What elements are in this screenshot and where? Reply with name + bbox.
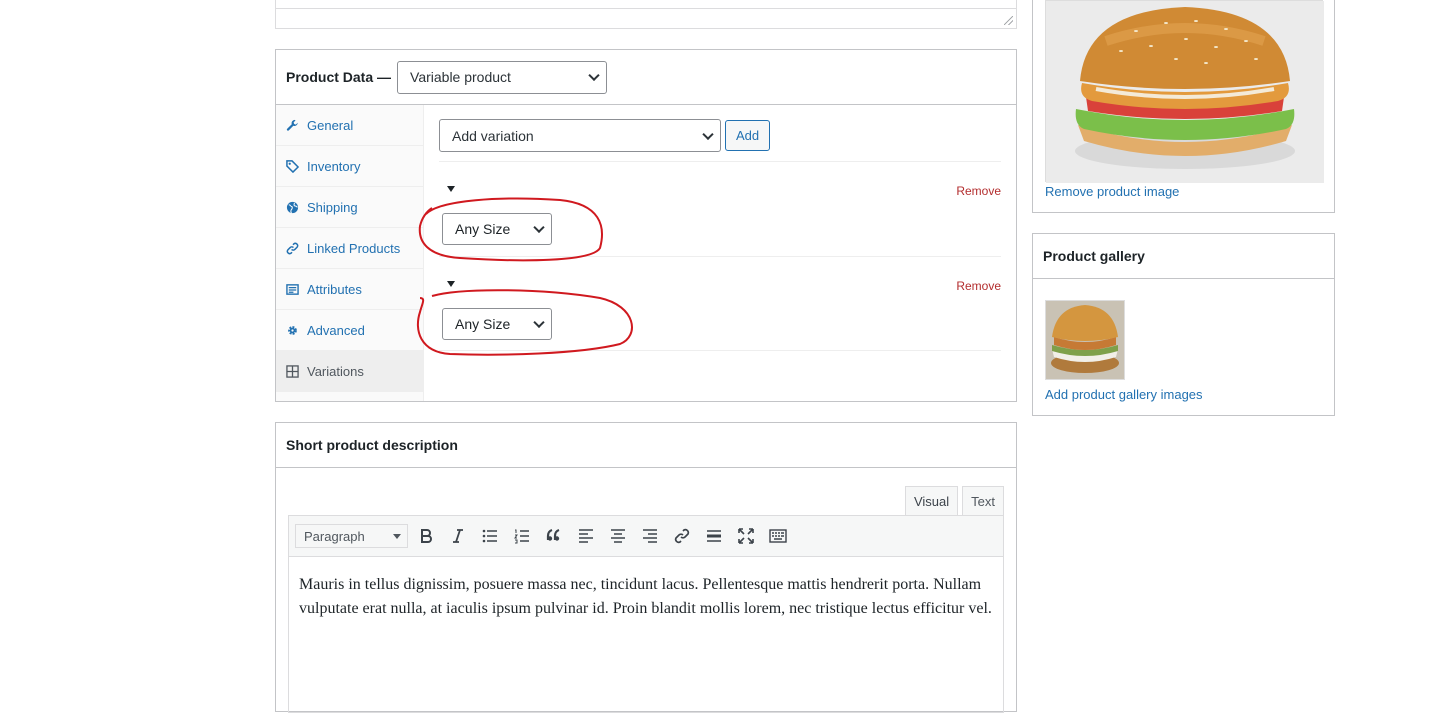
tab-variations[interactable]: Variations <box>276 351 423 392</box>
editor-content[interactable]: Mauris in tellus dignissim, posuere mass… <box>289 557 1003 637</box>
tab-label: General <box>307 117 354 133</box>
editor-resize-handle[interactable] <box>1004 16 1013 25</box>
fullscreen-icon[interactable] <box>730 522 762 550</box>
tab-linked-products[interactable]: Linked Products <box>276 228 423 269</box>
link-icon <box>286 242 299 255</box>
gear-icon <box>286 324 299 337</box>
product-data-panel: Product Data — Variable product General … <box>275 49 1017 402</box>
tab-label: Linked Products <box>307 240 401 256</box>
editor-toolbar: Paragraph <box>289 516 1003 557</box>
tab-shipping[interactable]: Shipping <box>276 187 423 228</box>
bold-icon[interactable] <box>410 522 442 550</box>
size-attribute-value: Any Size <box>455 316 511 332</box>
add-variation-value: Add variation <box>452 127 534 144</box>
align-right-icon[interactable] <box>634 522 666 550</box>
product-gallery-panel: Product gallery Add product gallery imag… <box>1032 233 1335 416</box>
product-image[interactable] <box>1045 0 1324 183</box>
product-data-title: Product Data — <box>286 69 392 85</box>
variation-divider <box>439 350 1001 351</box>
caret-down-icon <box>393 534 401 539</box>
tab-text[interactable]: Text <box>962 486 1004 515</box>
read-more-icon[interactable] <box>698 522 730 550</box>
tab-label: Advanced <box>307 322 365 338</box>
expand-toggle-icon[interactable] <box>447 186 455 192</box>
size-attribute-select[interactable]: Any Size <box>442 213 552 245</box>
tag-icon <box>286 159 299 173</box>
tab-label: Inventory <box>307 158 361 174</box>
tab-inventory[interactable]: Inventory <box>276 146 423 187</box>
italic-icon[interactable] <box>442 522 474 550</box>
remove-product-image-link[interactable]: Remove product image <box>1045 184 1179 199</box>
variation-row: Remove Any Size <box>439 162 1001 256</box>
product-type-select[interactable]: Variable product <box>397 60 608 94</box>
rich-text-editor: Paragraph Mauris in tellus dignissim, po… <box>288 515 1004 713</box>
wrench-icon <box>286 119 299 132</box>
short-description-panel: Short product description Visual Text Pa… <box>275 422 1017 713</box>
chevron-down-icon <box>702 128 714 140</box>
link-icon[interactable] <box>666 522 698 550</box>
numbered-list-icon[interactable] <box>506 522 538 550</box>
align-center-icon[interactable] <box>602 522 634 550</box>
tab-general[interactable]: General <box>276 105 423 146</box>
expand-toggle-icon[interactable] <box>447 281 455 287</box>
size-attribute-select[interactable]: Any Size <box>442 308 552 340</box>
product-image-panel: Remove product image <box>1032 0 1335 213</box>
remove-variation-link[interactable]: Remove <box>956 279 1001 293</box>
editor-mode-tabs: Visual Text <box>904 486 1004 515</box>
size-attribute-value: Any Size <box>455 221 511 237</box>
tab-label: Variations <box>307 363 364 379</box>
editor-status-line <box>276 8 1016 9</box>
format-select-value: Paragraph <box>304 528 365 544</box>
add-gallery-images-link[interactable]: Add product gallery images <box>1045 387 1203 402</box>
variations-panel: Add variation Add Remove Any Size Remove… <box>425 105 1016 401</box>
chevron-down-icon <box>533 316 545 329</box>
grid-icon <box>286 364 299 378</box>
product-data-tabs: General Inventory Shipping Linked Produc… <box>276 105 424 401</box>
content-editor-bottom <box>275 0 1017 29</box>
chevron-down-icon <box>588 69 600 82</box>
add-variation-button[interactable]: Add <box>725 120 771 151</box>
product-data-header: Product Data — Variable product <box>276 50 1016 105</box>
align-left-icon[interactable] <box>570 522 602 550</box>
add-variation-select[interactable]: Add variation <box>439 119 721 152</box>
blockquote-icon[interactable] <box>538 522 570 550</box>
tab-label: Attributes <box>307 281 362 297</box>
chevron-down-icon <box>533 221 545 234</box>
variations-toolbar: Add variation Add <box>439 119 771 152</box>
tab-label: Shipping <box>307 199 358 215</box>
globe-icon <box>286 201 299 214</box>
variation-row: Remove Any Size <box>439 257 1001 351</box>
format-select[interactable]: Paragraph <box>295 524 408 548</box>
tab-advanced[interactable]: Advanced <box>276 310 423 351</box>
gallery-thumbnail[interactable] <box>1045 300 1125 380</box>
toolbar-toggle-icon[interactable] <box>762 522 794 550</box>
product-type-value: Variable product <box>410 69 511 85</box>
remove-variation-link[interactable]: Remove <box>956 184 1001 198</box>
bulleted-list-icon[interactable] <box>474 522 506 550</box>
tab-visual[interactable]: Visual <box>904 486 959 515</box>
product-gallery-title: Product gallery <box>1033 234 1334 279</box>
list-icon <box>286 283 299 296</box>
short-description-title: Short product description <box>276 423 1016 468</box>
tab-attributes[interactable]: Attributes <box>276 269 423 310</box>
